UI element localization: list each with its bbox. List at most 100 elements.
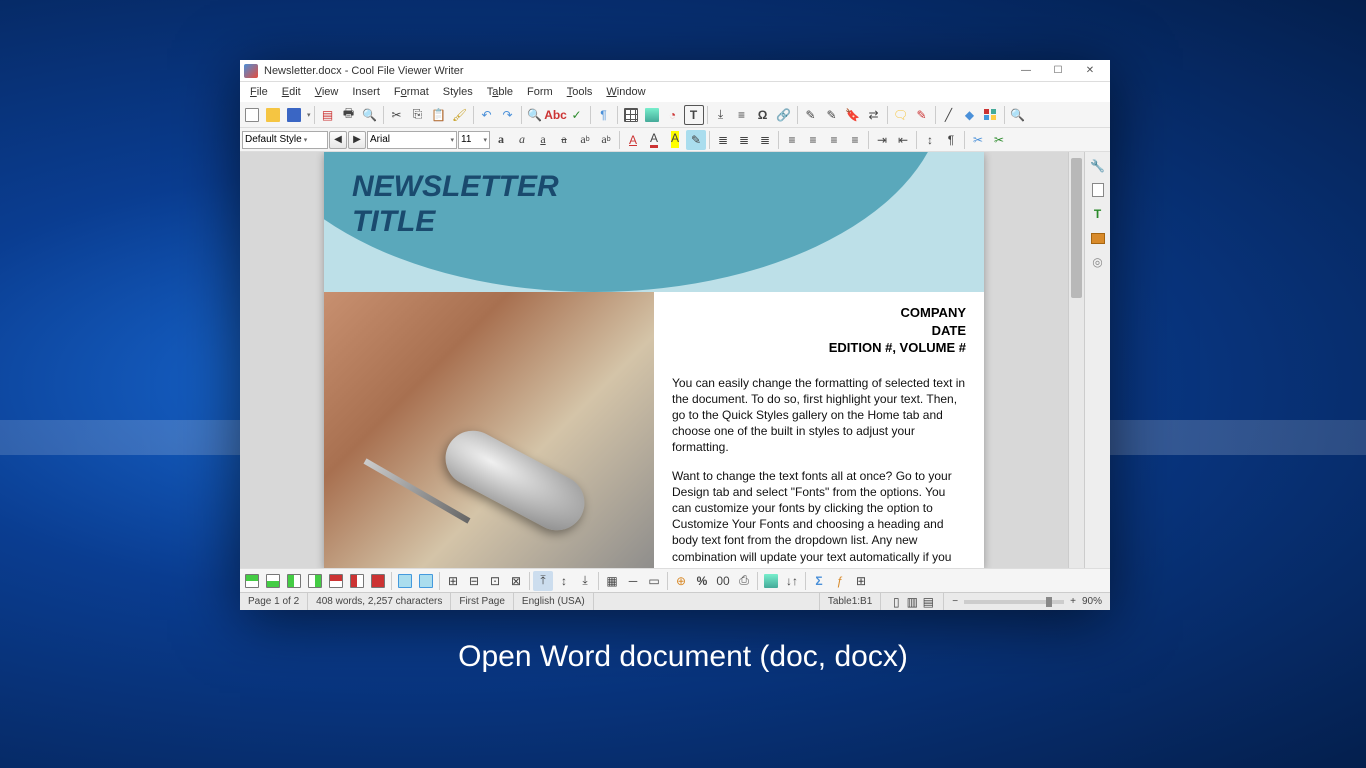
formula-icon[interactable]: ƒ <box>830 571 850 591</box>
minimize-button[interactable]: — <box>1010 61 1042 81</box>
font-color-icon[interactable]: A <box>644 130 664 150</box>
valign-top-icon[interactable]: ⤒ <box>533 571 553 591</box>
save-dropdown-icon[interactable]: ▾ <box>307 111 311 119</box>
merge-cells-icon[interactable]: ⊞ <box>443 571 463 591</box>
line-icon[interactable]: ╱ <box>939 105 959 125</box>
menu-tools[interactable]: Tools <box>561 84 599 100</box>
align-right-icon[interactable]: ≡ <box>824 130 844 150</box>
menu-table[interactable]: Table <box>481 84 519 100</box>
line-spacing-icon[interactable]: ↕ <box>920 130 940 150</box>
paragraph-style-select[interactable]: Default Style▾ <box>242 131 328 149</box>
borders-icon[interactable]: ▦ <box>602 571 622 591</box>
hyperlink-icon[interactable]: 🔗 <box>774 105 794 125</box>
sidebar-navigator-icon[interactable]: ◎ <box>1088 252 1108 272</box>
caption-icon[interactable] <box>761 571 781 591</box>
insert-textbox-icon[interactable]: T <box>684 105 704 125</box>
status-table[interactable]: Table1:B1 <box>820 593 881 610</box>
menu-insert[interactable]: Insert <box>346 84 386 100</box>
valign-bottom-icon[interactable]: ⤓ <box>575 571 595 591</box>
font-name-select[interactable]: Arial▾ <box>367 131 457 149</box>
print-preview-icon[interactable]: 🔍 <box>360 105 380 125</box>
special-char-icon[interactable]: Ω <box>753 105 773 125</box>
bullets-icon[interactable]: ≣ <box>713 130 733 150</box>
increase-indent-icon[interactable]: ⇥ <box>872 130 892 150</box>
menu-file[interactable]: File <box>244 84 274 100</box>
delete-table-icon[interactable] <box>368 571 388 591</box>
select-cell-icon[interactable] <box>395 571 415 591</box>
split-table-icon[interactable]: ⊡ <box>485 571 505 591</box>
insert-footnote-icon[interactable]: ✎ <box>801 105 821 125</box>
undo-icon[interactable]: ↶ <box>477 105 497 125</box>
new-icon[interactable] <box>242 105 262 125</box>
sidebar-page-icon[interactable] <box>1088 180 1108 200</box>
vertical-scrollbar[interactable] <box>1068 152 1084 568</box>
sidebar-gallery-icon[interactable] <box>1088 228 1108 248</box>
insert-field-icon[interactable]: ≡ <box>732 105 752 125</box>
autospell-icon[interactable]: ✓ <box>567 105 587 125</box>
insert-endnote-icon[interactable]: ✎ <box>822 105 842 125</box>
valign-center-icon[interactable]: ↕ <box>554 571 574 591</box>
char-highlight-icon[interactable]: ✎ <box>686 130 706 150</box>
menu-window[interactable]: Window <box>600 84 651 100</box>
cross-ref-icon[interactable]: ⇄ <box>864 105 884 125</box>
draw-functions-icon[interactable] <box>981 105 1001 125</box>
find-icon[interactable]: 🔍 <box>525 105 545 125</box>
border-style-icon[interactable]: ─ <box>623 571 643 591</box>
decrease-indent-icon[interactable]: ⇤ <box>893 130 913 150</box>
zoom-control[interactable]: − + 90% <box>944 593 1110 610</box>
status-pagestyle[interactable]: First Page <box>451 593 514 610</box>
table-props-icon[interactable]: ⊞ <box>851 571 871 591</box>
outline-icon[interactable]: ≣ <box>755 130 775 150</box>
comment-icon[interactable]: 🗨 <box>891 105 911 125</box>
formatting-marks-icon[interactable]: ¶ <box>594 105 614 125</box>
cut-icon[interactable]: ✂ <box>387 105 407 125</box>
insert-row-above-icon[interactable] <box>242 571 262 591</box>
optimize-icon[interactable]: ⊠ <box>506 571 526 591</box>
paste-icon[interactable]: 📋 <box>429 105 449 125</box>
split-cells-icon[interactable]: ⊟ <box>464 571 484 591</box>
font-size-select[interactable]: 11▾ <box>458 131 490 149</box>
insert-col-right-icon[interactable] <box>305 571 325 591</box>
sort-icon[interactable]: ↓↑ <box>782 571 802 591</box>
autoformat-icon[interactable]: ⎙ <box>734 571 754 591</box>
zoom-in-icon[interactable]: + <box>1070 596 1076 607</box>
menu-styles[interactable]: Styles <box>437 84 479 100</box>
sidebar-properties-icon[interactable]: 🔧 <box>1088 156 1108 176</box>
menu-form[interactable]: Form <box>521 84 559 100</box>
zoom-slider[interactable] <box>964 600 1064 604</box>
redo-icon[interactable]: ↷ <box>498 105 518 125</box>
zoom-percent[interactable]: 90% <box>1082 596 1102 607</box>
single-page-view-icon[interactable]: ▯ <box>889 596 903 608</box>
number-format-icon[interactable]: ⊕ <box>671 571 691 591</box>
document-area[interactable]: NEWSLETTER TITLE COMPANY DATE EDITION #,… <box>240 152 1068 568</box>
status-page[interactable]: Page 1 of 2 <box>240 593 308 610</box>
scrollbar-thumb[interactable] <box>1071 158 1082 298</box>
status-language[interactable]: English (USA) <box>514 593 594 610</box>
superscript-icon[interactable]: ab <box>575 130 595 150</box>
decimal-icon[interactable]: 00 <box>713 571 733 591</box>
select-table-icon[interactable] <box>416 571 436 591</box>
delete-row-icon[interactable] <box>326 571 346 591</box>
increase-para-icon[interactable]: ✂ <box>968 130 988 150</box>
insert-col-left-icon[interactable] <box>284 571 304 591</box>
status-insert-mode[interactable] <box>594 593 820 610</box>
open-icon[interactable] <box>263 105 283 125</box>
sum-icon[interactable]: Σ <box>809 571 829 591</box>
underline-icon[interactable]: a <box>533 130 553 150</box>
clear-format-icon[interactable]: A <box>623 130 643 150</box>
print-icon[interactable]: 🖶 <box>339 105 359 125</box>
menu-edit[interactable]: Edit <box>276 84 307 100</box>
insert-table-icon[interactable] <box>621 105 641 125</box>
book-view-icon[interactable]: ▤ <box>921 596 935 608</box>
spellcheck-icon[interactable]: Abc <box>546 105 566 125</box>
zoom-icon[interactable]: 🔍 <box>1008 105 1028 125</box>
justify-icon[interactable]: ≡ <box>845 130 865 150</box>
align-center-icon[interactable]: ≡ <box>803 130 823 150</box>
multi-page-view-icon[interactable]: ▥ <box>905 596 919 608</box>
copy-icon[interactable]: ⎘ <box>408 105 428 125</box>
menu-format[interactable]: Format <box>388 84 435 100</box>
delete-col-icon[interactable] <box>347 571 367 591</box>
numbering-icon[interactable]: ≣ <box>734 130 754 150</box>
decrease-para-icon[interactable]: ✂ <box>989 130 1009 150</box>
bold-icon[interactable]: a <box>491 130 511 150</box>
